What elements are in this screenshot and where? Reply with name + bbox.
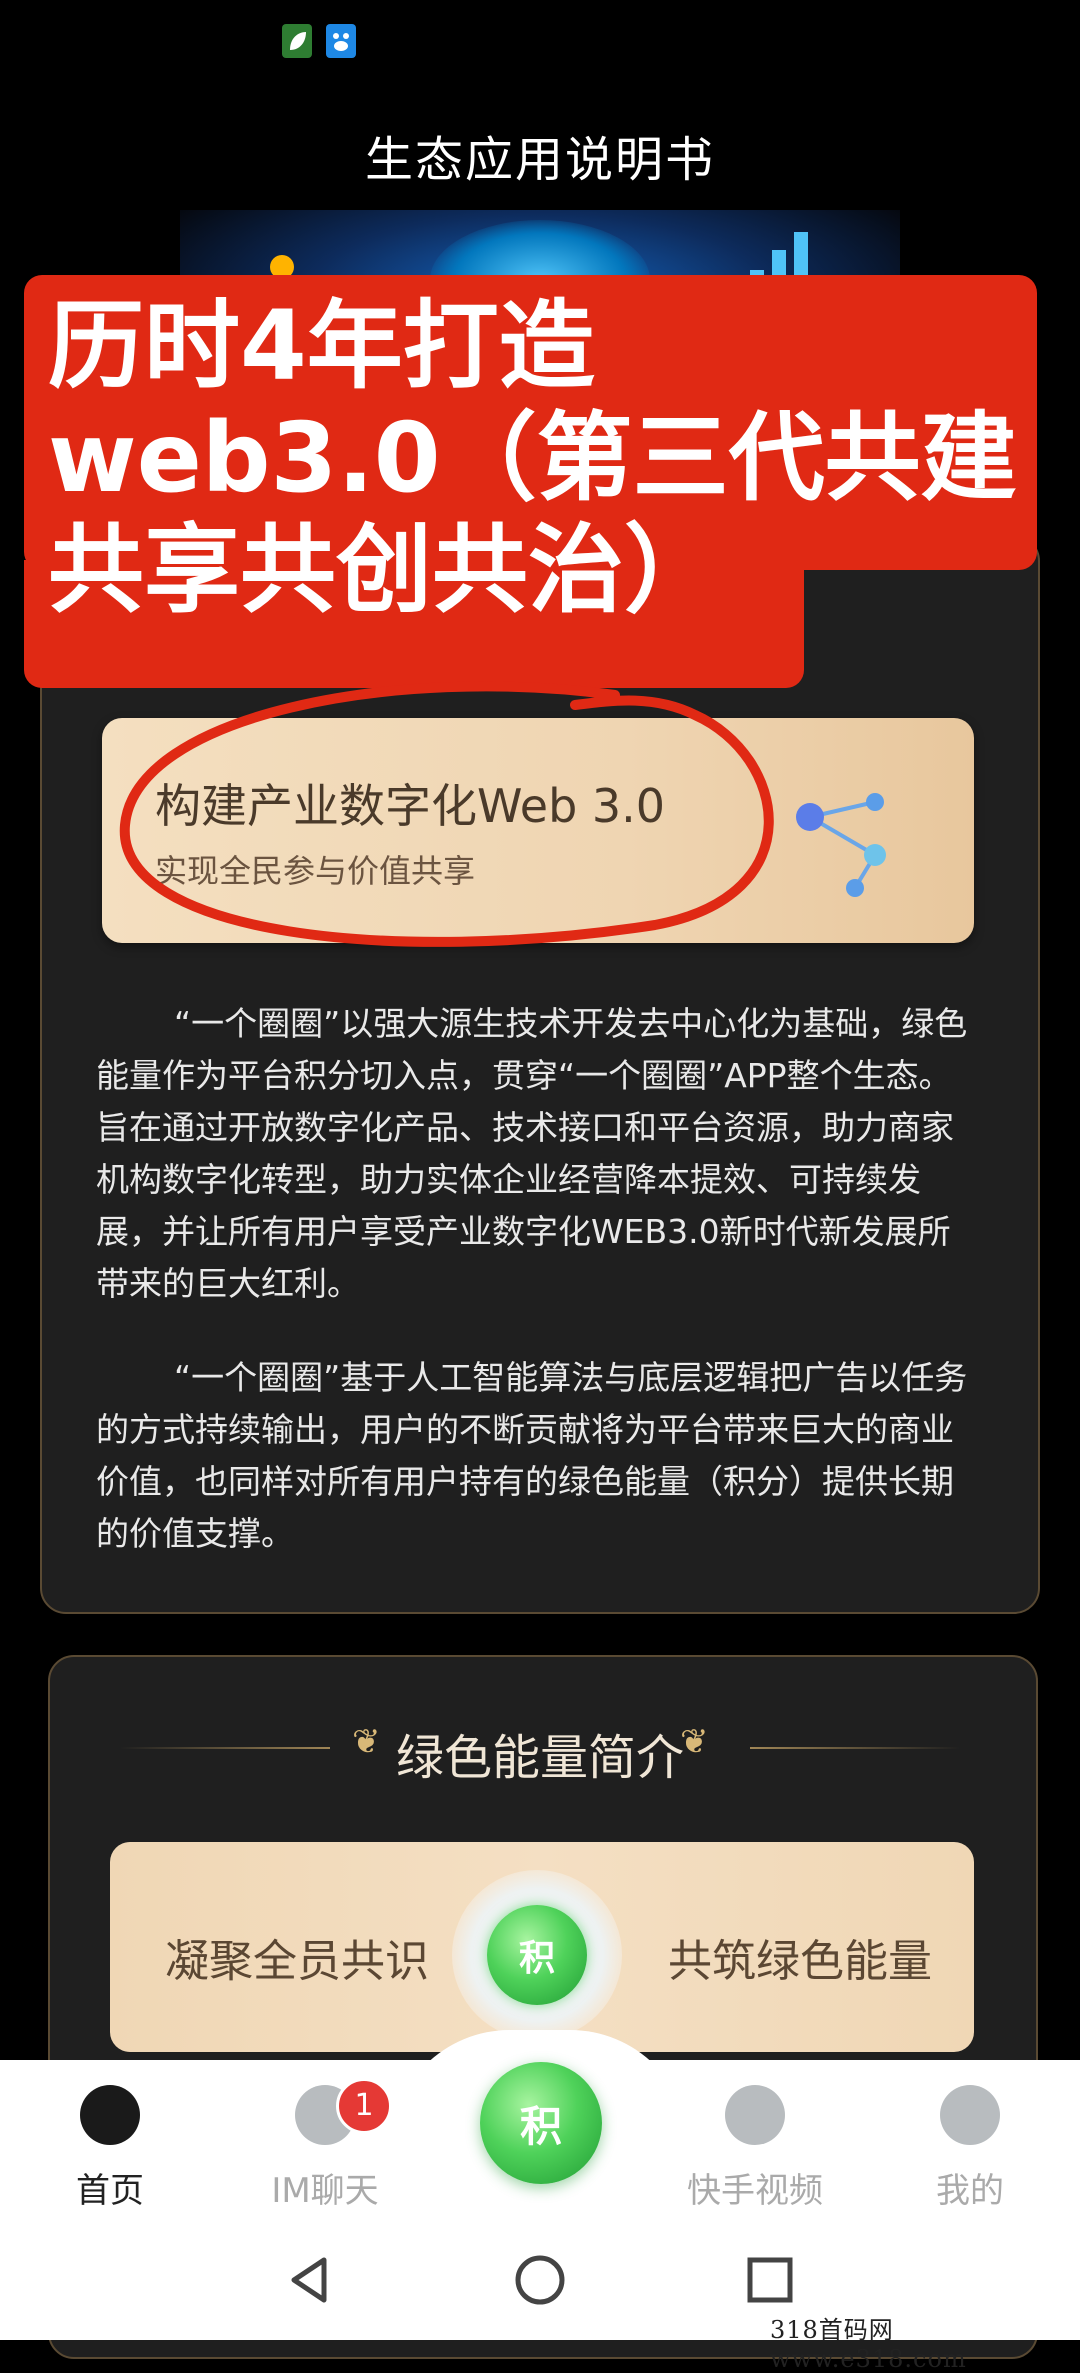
energy-left-text: 凝聚全员共识 [165, 1936, 429, 1987]
recent-apps-square-icon[interactable] [740, 2250, 800, 2310]
status-bar [0, 0, 1080, 90]
profile-face-icon [940, 2085, 1000, 2145]
energy-right-text: 共筑绿色能量 [668, 1936, 932, 1987]
intro-banner-title: 构建产业数字化Web 3.0 [155, 779, 666, 833]
nav-label-home: 首页 [76, 2171, 144, 2211]
nav-label-im-chat: IM聊天 [271, 2171, 379, 2211]
center-coin-icon[interactable]: 积 [480, 2062, 602, 2184]
planet-icon [80, 2085, 140, 2145]
nav-item-me[interactable]: 我的 [885, 2085, 1055, 2212]
headline-line-2: web3.0（第三代共建 [48, 402, 1017, 514]
headline-text: 历时4年打造 web3.0（第三代共建 共享共创共治） [48, 290, 1058, 626]
nav-label-video: 快手视频 [687, 2171, 823, 2211]
nav-label-me: 我的 [936, 2171, 1004, 2211]
baidu-app-icon [326, 24, 356, 58]
nav-item-home[interactable]: 首页 [25, 2085, 195, 2212]
intro-paragraph-1: “一个圈圈”以强大源生技术开发去中心化为基础，绿色能量作为平台积分切入点，贯穿“… [96, 1004, 968, 1303]
chat-unread-badge: 1 [336, 2078, 392, 2134]
page-title: 生态应用说明书 [364, 132, 715, 188]
section-title: 绿色能量简介 [395, 1730, 684, 1786]
intro-paragraph-2: “一个圈圈”基于人工智能算法与底层逻辑把广告以任务的方式持续输出，用户的不断贡献… [96, 1358, 968, 1553]
nav-item-kuaishou-video[interactable]: 快手视频 [670, 2085, 840, 2212]
back-triangle-icon[interactable] [280, 2250, 340, 2310]
energy-coin-icon: 积 [487, 1905, 587, 2005]
headline-line-1: 历时4年打造 [48, 290, 595, 402]
leaf-app-icon [282, 24, 312, 58]
home-circle-icon[interactable] [510, 2250, 570, 2310]
video-camera-icon [725, 2085, 785, 2145]
headline-line-3: 共享共创共治） [48, 514, 720, 626]
watermark: 318首码网 www.e318.com [770, 2316, 967, 2373]
wheat-right-icon: ❦ [680, 1722, 709, 1762]
intro-banner-subtitle: 实现全民参与价值共享 [155, 852, 476, 890]
network-share-icon [796, 793, 886, 897]
